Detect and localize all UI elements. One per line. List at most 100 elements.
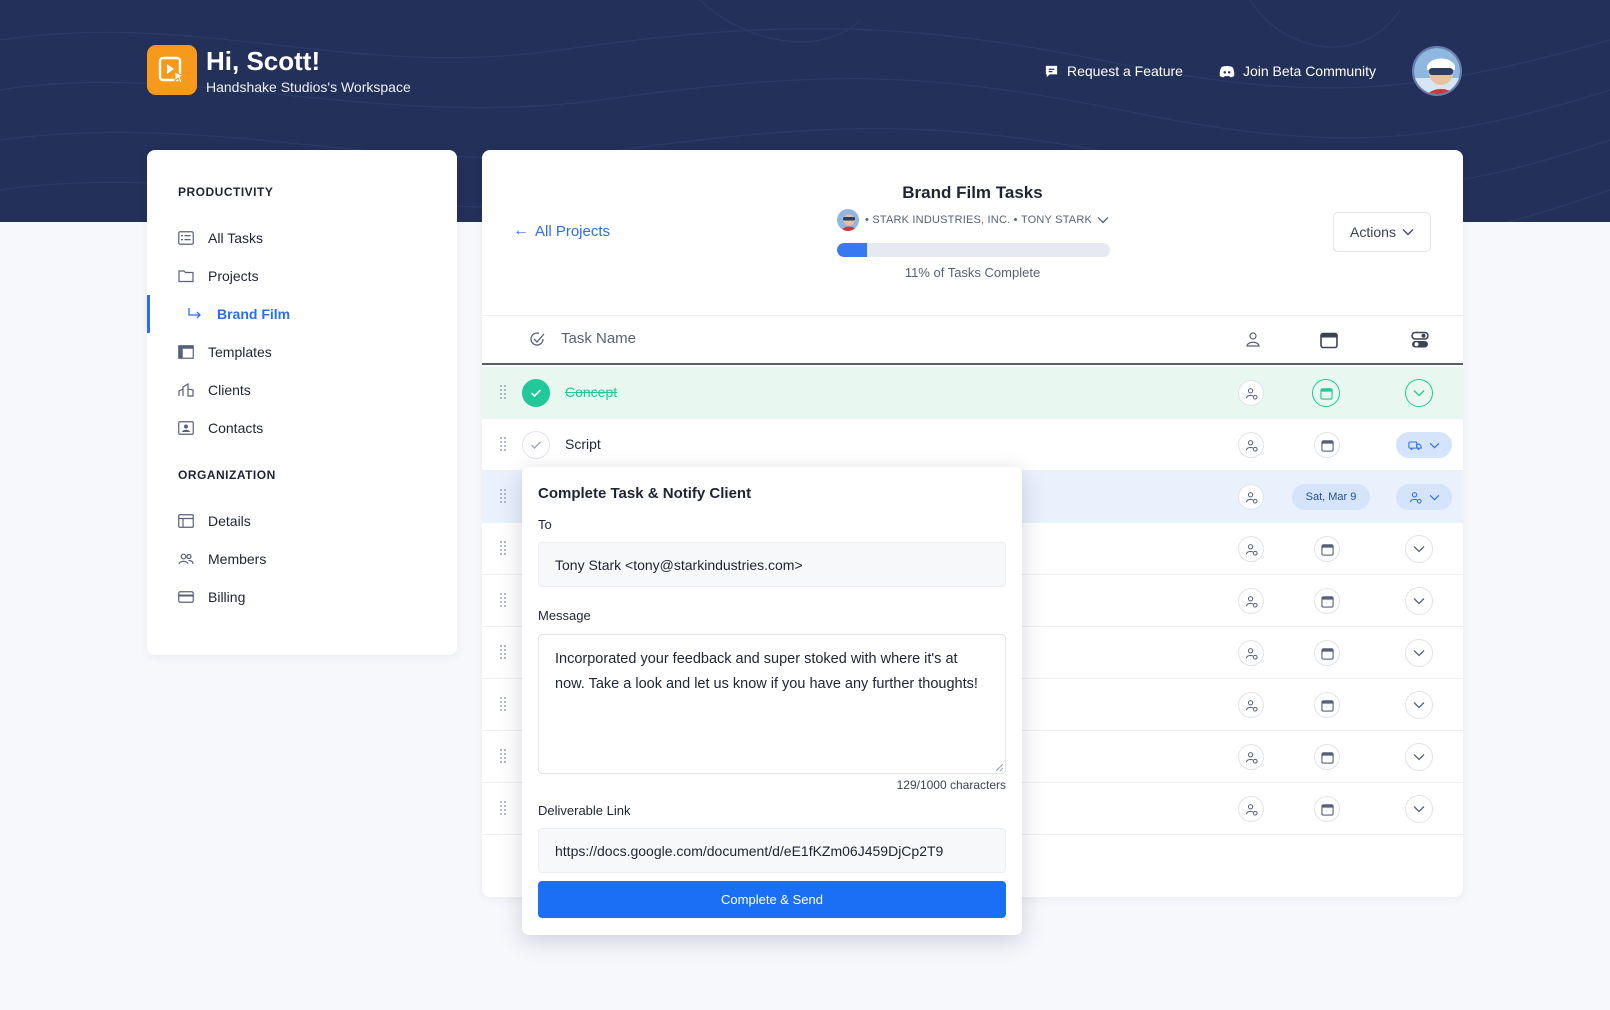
subitem-arrow-icon — [188, 308, 201, 319]
request-feature-label: Request a Feature — [1066, 63, 1183, 79]
drag-handle-icon[interactable] — [499, 540, 507, 556]
sidebar-item-label: Templates — [208, 344, 272, 360]
request-feature-link[interactable]: Request a Feature — [1044, 63, 1183, 79]
sidebar-item-members[interactable]: Members — [147, 540, 457, 578]
sidebar: PRODUCTIVITY All Tasks Projects Brand Fi… — [147, 150, 457, 655]
status-dropdown[interactable] — [1405, 639, 1433, 667]
sidebar-item-brand-film[interactable]: Brand Film — [147, 295, 457, 333]
assign-button[interactable] — [1238, 796, 1264, 822]
client-avatar — [837, 209, 859, 231]
calendar-icon — [1320, 751, 1334, 764]
sidebar-item-label: Contacts — [208, 420, 264, 436]
resize-handle-icon[interactable] — [994, 762, 1004, 772]
chevron-down-icon — [1413, 702, 1425, 709]
status-dropdown[interactable] — [1405, 691, 1433, 719]
toggle-settings-icon — [1411, 331, 1429, 348]
due-date-button[interactable] — [1314, 588, 1340, 614]
task-complete-toggle[interactable] — [522, 379, 550, 407]
drag-handle-icon[interactable] — [499, 800, 507, 816]
task-name[interactable]: Script — [565, 436, 601, 452]
drag-handle-icon[interactable] — [499, 696, 507, 712]
deliverable-link-input[interactable]: https://docs.google.com/document/d/eE1fK… — [538, 828, 1006, 873]
message-label: Message — [538, 608, 591, 623]
due-date-button[interactable] — [1312, 379, 1340, 407]
table-row[interactable]: Concept — [482, 367, 1463, 419]
assign-button[interactable] — [1238, 692, 1264, 718]
drag-handle-icon[interactable] — [499, 644, 507, 660]
calendar-icon — [1320, 595, 1334, 608]
status-dropdown[interactable] — [1405, 587, 1433, 615]
complete-task-popup: Complete Task & Notify Client To Tony St… — [522, 467, 1022, 935]
chevron-down-icon — [1413, 598, 1425, 605]
assign-button[interactable] — [1238, 484, 1264, 510]
due-date-button[interactable]: Sat, Mar 9 — [1292, 484, 1370, 510]
due-date-button[interactable] — [1314, 640, 1340, 666]
folder-icon — [178, 270, 194, 283]
message-textarea[interactable]: Incorporated your feedback and super sto… — [538, 634, 1006, 774]
drag-handle-icon[interactable] — [499, 592, 507, 608]
join-beta-link[interactable]: Join Beta Community — [1219, 63, 1376, 79]
workspace-brand: Hi, Scott! Handshake Studios's Workspace — [147, 45, 411, 95]
contact-card-icon — [178, 421, 194, 435]
assign-button[interactable] — [1238, 744, 1264, 770]
templates-icon — [178, 345, 194, 359]
workspace-name: Handshake Studios's Workspace — [206, 78, 411, 95]
task-name[interactable]: Concept — [565, 384, 617, 400]
client-name[interactable]: STARK INDUSTRIES, INC. — [872, 214, 1010, 226]
sidebar-item-details[interactable]: Details — [147, 502, 457, 540]
due-date-button[interactable] — [1314, 744, 1340, 770]
due-date-button[interactable] — [1314, 536, 1340, 562]
chevron-down-icon[interactable] — [1097, 216, 1109, 224]
assign-button[interactable] — [1238, 536, 1264, 562]
due-date-label: Sat, Mar 9 — [1305, 491, 1357, 503]
task-name-header[interactable]: Task Name — [561, 330, 636, 347]
due-date-button[interactable] — [1314, 432, 1340, 458]
join-beta-label: Join Beta Community — [1242, 63, 1376, 79]
sidebar-item-clients[interactable]: Clients — [147, 371, 457, 409]
assign-button[interactable] — [1238, 380, 1264, 406]
calendar-icon — [1319, 387, 1333, 400]
drag-handle-icon[interactable] — [499, 436, 507, 452]
sidebar-item-all-tasks[interactable]: All Tasks — [147, 219, 457, 257]
drag-handle-icon[interactable] — [499, 488, 507, 504]
assign-user-icon — [1245, 387, 1258, 400]
client-photo — [837, 209, 859, 231]
to-field[interactable]: Tony Stark <tony@starkindustries.com> — [538, 542, 1006, 587]
progress-bar — [837, 243, 1110, 257]
due-date-button[interactable] — [1314, 796, 1340, 822]
complete-send-button[interactable]: Complete & Send — [538, 881, 1006, 918]
actions-button[interactable]: Actions — [1333, 212, 1431, 252]
contact-name[interactable]: TONY STARK — [1021, 214, 1092, 226]
sidebar-item-label: Members — [208, 551, 267, 567]
task-table-header: Task Name — [482, 315, 1463, 365]
sidebar-item-billing[interactable]: Billing — [147, 578, 457, 616]
drag-handle-icon[interactable] — [499, 748, 507, 764]
status-dropdown[interactable] — [1405, 535, 1433, 563]
to-label: To — [538, 517, 552, 532]
user-avatar[interactable] — [1412, 46, 1462, 96]
actions-label: Actions — [1350, 224, 1396, 240]
status-dropdown[interactable] — [1396, 484, 1452, 510]
status-dropdown[interactable] — [1405, 795, 1433, 823]
sidebar-item-contacts[interactable]: Contacts — [147, 409, 457, 447]
discord-icon — [1219, 65, 1235, 77]
assign-button[interactable] — [1238, 640, 1264, 666]
deliverable-link-label: Deliverable Link — [538, 803, 631, 818]
all-projects-link[interactable]: ← All Projects — [513, 222, 610, 240]
status-dropdown[interactable] — [1396, 432, 1452, 458]
status-dropdown[interactable] — [1405, 379, 1433, 407]
sidebar-item-projects[interactable]: Projects — [147, 257, 457, 295]
assign-button[interactable] — [1238, 588, 1264, 614]
check-circle-icon — [530, 332, 545, 346]
sidebar-item-templates[interactable]: Templates — [147, 333, 457, 371]
assign-button[interactable] — [1238, 432, 1264, 458]
task-complete-toggle[interactable] — [522, 431, 550, 459]
due-date-button[interactable] — [1314, 692, 1340, 718]
status-dropdown[interactable] — [1405, 743, 1433, 771]
assign-user-icon — [1245, 439, 1258, 452]
table-row[interactable]: Script — [482, 419, 1463, 471]
calendar-icon — [1320, 647, 1334, 660]
chevron-down-icon — [1429, 494, 1439, 500]
sidebar-item-label: Details — [208, 513, 251, 529]
drag-handle-icon[interactable] — [499, 384, 507, 400]
